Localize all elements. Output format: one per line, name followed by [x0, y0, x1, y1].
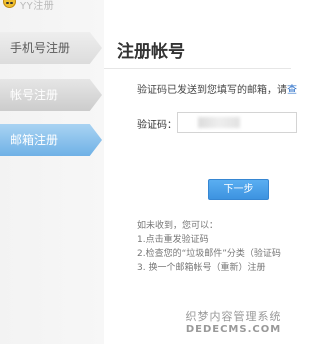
sidebar-item-label: 邮箱注册: [10, 133, 59, 147]
watermark: 织梦内容管理系统 DEDECMS.COM: [176, 308, 291, 335]
help-line-change-email: 3. 换一个邮箱帐号（重新）注册: [137, 263, 266, 273]
blurred-code-value: [198, 117, 240, 128]
page-title: 注册帐号: [117, 42, 185, 62]
info-text: 验证码已发送到您填写的邮箱，请: [137, 85, 287, 96]
app-title: YY注册: [20, 1, 55, 12]
sidebar-item-account-register[interactable]: 帐号注册: [0, 79, 102, 111]
sidebar-item-email-register[interactable]: 邮箱注册: [0, 124, 102, 156]
sidebar-item-phone-register[interactable]: 手机号注册: [0, 32, 102, 64]
verification-code-label: 验证码：: [137, 120, 177, 131]
next-step-button[interactable]: 下一步: [208, 179, 269, 200]
sidebar-item-label: 帐号注册: [10, 88, 59, 102]
sidebar: YY注册 手机号注册 帐号注册 邮箱注册: [0, 0, 104, 344]
verification-code-input[interactable]: [177, 112, 297, 133]
main-panel: 注册帐号 验证码已发送到您填写的邮箱，请查 验证码： 下一步 如未收到，您可以：…: [104, 0, 297, 344]
yy-logo-icon: [3, 0, 16, 8]
title-divider: [104, 68, 291, 69]
check-mailbox-link[interactable]: 查: [287, 85, 297, 96]
watermark-line-1: 织梦内容管理系统: [185, 310, 282, 323]
help-line-resend: 1.点击重发验证码: [137, 235, 209, 245]
watermark-line-2: DEDECMS.COM: [185, 324, 282, 335]
help-line-spam: 2.检查您的“垃圾邮件”分类（验证码: [137, 249, 281, 259]
sidebar-item-label: 手机号注册: [10, 41, 71, 55]
app-header: YY注册: [0, 0, 104, 14]
help-intro: 如未收到，您可以：: [137, 221, 219, 231]
help-tips: 如未收到，您可以： 1.点击重发验证码 2.检查您的“垃圾邮件”分类（验证码 3…: [137, 219, 281, 275]
info-message: 验证码已发送到您填写的邮箱，请查: [137, 81, 297, 96]
